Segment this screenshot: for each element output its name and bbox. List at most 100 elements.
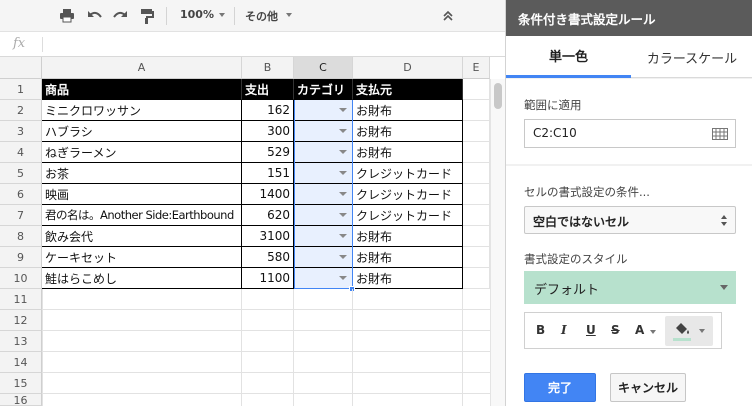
payment-cell[interactable]: お財布 bbox=[353, 121, 463, 142]
collapse-toolbar-icon[interactable] bbox=[440, 7, 456, 25]
category-cell[interactable] bbox=[294, 163, 353, 184]
dropdown-arrow-icon[interactable] bbox=[339, 276, 347, 280]
category-cell[interactable] bbox=[294, 205, 353, 226]
payment-cell[interactable]: お財布 bbox=[353, 226, 463, 247]
category-cell[interactable] bbox=[294, 226, 353, 247]
amount-cell[interactable]: 1400 bbox=[242, 184, 294, 205]
column-header-d[interactable]: D bbox=[353, 57, 463, 79]
tab-single-color[interactable]: 単一色 bbox=[506, 36, 631, 78]
row-header-2[interactable]: 2 bbox=[0, 100, 42, 121]
amount-cell[interactable]: 151 bbox=[242, 163, 294, 184]
row-header-16[interactable]: 16 bbox=[0, 394, 42, 406]
payment-cell[interactable]: クレジットカード bbox=[353, 205, 463, 226]
payment-cell[interactable]: クレジットカード bbox=[353, 163, 463, 184]
item-cell[interactable]: ミニクロワッサン bbox=[42, 100, 242, 121]
empty-cell[interactable] bbox=[463, 121, 490, 142]
amount-cell[interactable]: 162 bbox=[242, 100, 294, 121]
payment-cell[interactable]: お財布 bbox=[353, 268, 463, 289]
table-header-cell[interactable]: 商品 bbox=[42, 79, 242, 100]
empty-cell[interactable] bbox=[463, 226, 490, 247]
column-header-e[interactable]: E bbox=[463, 57, 490, 79]
amount-cell[interactable]: 620 bbox=[242, 205, 294, 226]
style-preview-select[interactable]: デフォルト bbox=[524, 271, 736, 304]
zoom-select[interactable]: 100% bbox=[180, 8, 214, 21]
text-color-button[interactable]: A bbox=[635, 323, 644, 337]
category-cell[interactable] bbox=[294, 142, 353, 163]
item-cell[interactable]: お茶 bbox=[42, 163, 242, 184]
payment-cell[interactable]: お財布 bbox=[353, 247, 463, 268]
condition-select[interactable]: 空白ではないセル bbox=[524, 206, 736, 234]
row-header-13[interactable]: 13 bbox=[0, 331, 42, 352]
payment-cell[interactable]: お財布 bbox=[353, 100, 463, 121]
column-header-a[interactable]: A bbox=[42, 57, 242, 79]
amount-cell[interactable]: 529 bbox=[242, 142, 294, 163]
empty-cell[interactable] bbox=[463, 205, 490, 226]
row-header-7[interactable]: 7 bbox=[0, 205, 42, 226]
scrollbar-thumb[interactable] bbox=[494, 83, 502, 109]
empty-cell[interactable] bbox=[463, 184, 490, 205]
paint-format-icon[interactable] bbox=[138, 7, 156, 25]
strikethrough-button[interactable]: S bbox=[611, 323, 620, 337]
row-header-5[interactable]: 5 bbox=[0, 163, 42, 184]
payment-cell[interactable]: お財布 bbox=[353, 142, 463, 163]
empty-cell[interactable] bbox=[463, 142, 490, 163]
row-header-8[interactable]: 8 bbox=[0, 226, 42, 247]
row-header-15[interactable]: 15 bbox=[0, 373, 42, 394]
print-icon[interactable] bbox=[58, 7, 76, 25]
column-header-b[interactable]: B bbox=[242, 57, 294, 79]
empty-cell[interactable] bbox=[463, 247, 490, 268]
item-cell[interactable]: 鮭はらこめし bbox=[42, 268, 242, 289]
vertical-scrollbar[interactable] bbox=[490, 79, 505, 406]
empty-cell[interactable] bbox=[463, 268, 490, 289]
dropdown-arrow-icon[interactable] bbox=[339, 255, 347, 259]
category-cell[interactable] bbox=[294, 100, 353, 121]
bold-button[interactable]: B bbox=[536, 323, 545, 337]
row-header-10[interactable]: 10 bbox=[0, 268, 42, 289]
table-header-cell[interactable]: 支払元 bbox=[353, 79, 463, 100]
empty-cell[interactable] bbox=[463, 163, 490, 184]
category-cell[interactable] bbox=[294, 121, 353, 142]
category-cell[interactable] bbox=[294, 184, 353, 205]
row-header-9[interactable]: 9 bbox=[0, 247, 42, 268]
row-header-14[interactable]: 14 bbox=[0, 352, 42, 373]
amount-cell[interactable]: 300 bbox=[242, 121, 294, 142]
item-cell[interactable]: ケーキセット bbox=[42, 247, 242, 268]
table-header-cell[interactable]: 支出 bbox=[242, 79, 294, 100]
italic-button[interactable]: I bbox=[561, 323, 567, 337]
dropdown-arrow-icon[interactable] bbox=[339, 129, 347, 133]
amount-cell[interactable]: 580 bbox=[242, 247, 294, 268]
done-button[interactable]: 完了 bbox=[524, 373, 596, 402]
dropdown-arrow-icon[interactable] bbox=[339, 213, 347, 217]
empty-cell[interactable] bbox=[463, 79, 490, 100]
item-cell[interactable]: 飲み会代 bbox=[42, 226, 242, 247]
amount-cell[interactable]: 3100 bbox=[242, 226, 294, 247]
more-menu[interactable]: その他 bbox=[245, 8, 278, 24]
tab-color-scale[interactable]: カラースケール bbox=[631, 36, 752, 78]
dropdown-arrow-icon[interactable] bbox=[339, 108, 347, 112]
fill-color-button[interactable] bbox=[665, 316, 713, 346]
row-header-11[interactable]: 11 bbox=[0, 289, 42, 310]
cancel-button[interactable]: キャンセル bbox=[610, 373, 686, 402]
item-cell[interactable]: 映画 bbox=[42, 184, 242, 205]
item-cell[interactable]: ねぎラーメン bbox=[42, 142, 242, 163]
dropdown-arrow-icon[interactable] bbox=[339, 234, 347, 238]
payment-cell[interactable]: クレジットカード bbox=[353, 184, 463, 205]
redo-icon[interactable] bbox=[111, 7, 129, 25]
grid-select-icon[interactable] bbox=[712, 128, 728, 140]
row-header-12[interactable]: 12 bbox=[0, 310, 42, 331]
dropdown-arrow-icon[interactable] bbox=[339, 192, 347, 196]
row-header-3[interactable]: 3 bbox=[0, 121, 42, 142]
range-input[interactable]: C2:C10 bbox=[524, 119, 736, 148]
undo-icon[interactable] bbox=[86, 7, 104, 25]
dropdown-arrow-icon[interactable] bbox=[339, 150, 347, 154]
category-cell[interactable] bbox=[294, 268, 353, 289]
dropdown-arrow-icon[interactable] bbox=[339, 171, 347, 175]
category-cell[interactable] bbox=[294, 247, 353, 268]
item-cell[interactable]: ハブラシ bbox=[42, 121, 242, 142]
row-header-4[interactable]: 4 bbox=[0, 142, 42, 163]
item-cell[interactable]: 君の名は。Another Side:Earthbound bbox=[42, 205, 242, 226]
row-header-1[interactable]: 1 bbox=[0, 79, 42, 100]
table-header-cell[interactable]: カテゴリ bbox=[294, 79, 353, 100]
empty-cells-area[interactable] bbox=[42, 289, 490, 406]
underline-button[interactable]: U bbox=[586, 323, 596, 337]
